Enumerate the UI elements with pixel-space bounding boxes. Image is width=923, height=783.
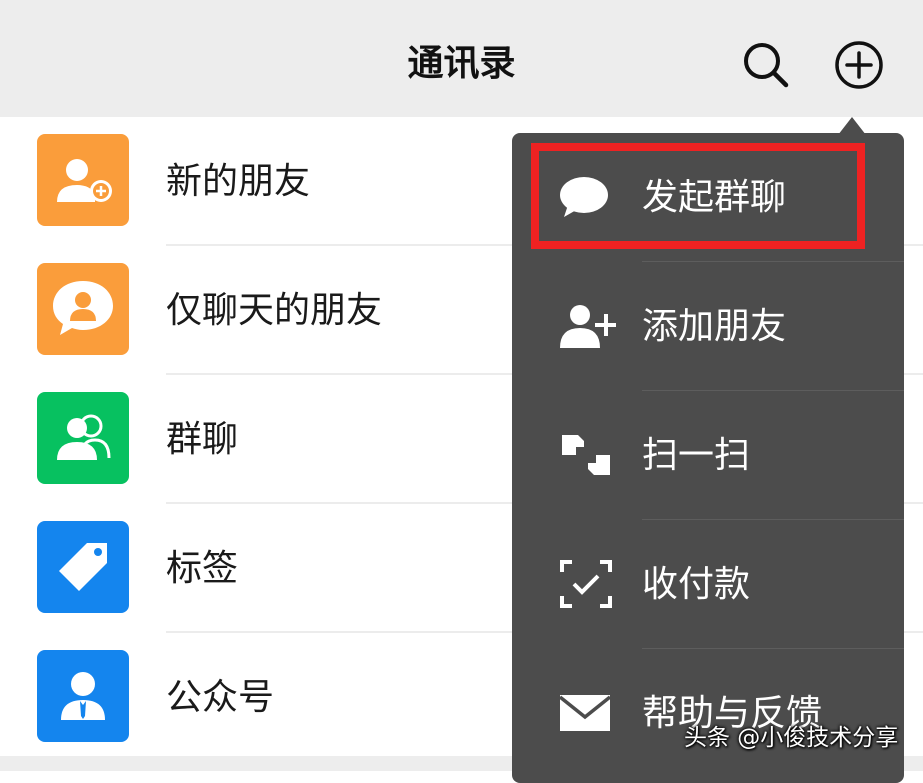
menu-item-help-feedback[interactable]: 帮助与反馈 — [512, 649, 904, 778]
list-item-label: 群聊 — [166, 419, 239, 460]
list-item-label: 标签 — [166, 548, 239, 589]
menu-item-label: 扫一扫 — [642, 435, 751, 476]
list-item-label: 新的朋友 — [166, 161, 311, 202]
official-account-icon — [37, 650, 129, 742]
plus-circle-icon[interactable] — [834, 40, 884, 90]
tag-icon — [37, 521, 129, 613]
menu-item-label: 帮助与反馈 — [642, 693, 823, 734]
group-chat-icon — [37, 392, 129, 484]
search-icon[interactable] — [741, 40, 791, 90]
mail-icon — [556, 685, 616, 741]
menu-item-scan[interactable]: 扫一扫 — [512, 391, 904, 520]
watermark: 头条 @小俊技术分享 — [684, 725, 899, 751]
menu-item-money[interactable]: 收付款 — [512, 520, 904, 649]
menu-item-label: 收付款 — [642, 564, 751, 605]
scan-icon — [556, 427, 616, 483]
add-friend-icon — [37, 134, 129, 226]
menu-item-add-friend[interactable]: 添加朋友 — [512, 262, 904, 391]
money-scan-icon — [556, 556, 616, 612]
add-user-icon — [556, 298, 616, 354]
menu-item-label: 添加朋友 — [642, 306, 787, 347]
highlight-box — [531, 143, 865, 249]
chat-only-friend-icon — [37, 263, 129, 355]
list-item-label: 公众号 — [166, 677, 275, 718]
list-item-label: 仅聊天的朋友 — [166, 290, 383, 331]
